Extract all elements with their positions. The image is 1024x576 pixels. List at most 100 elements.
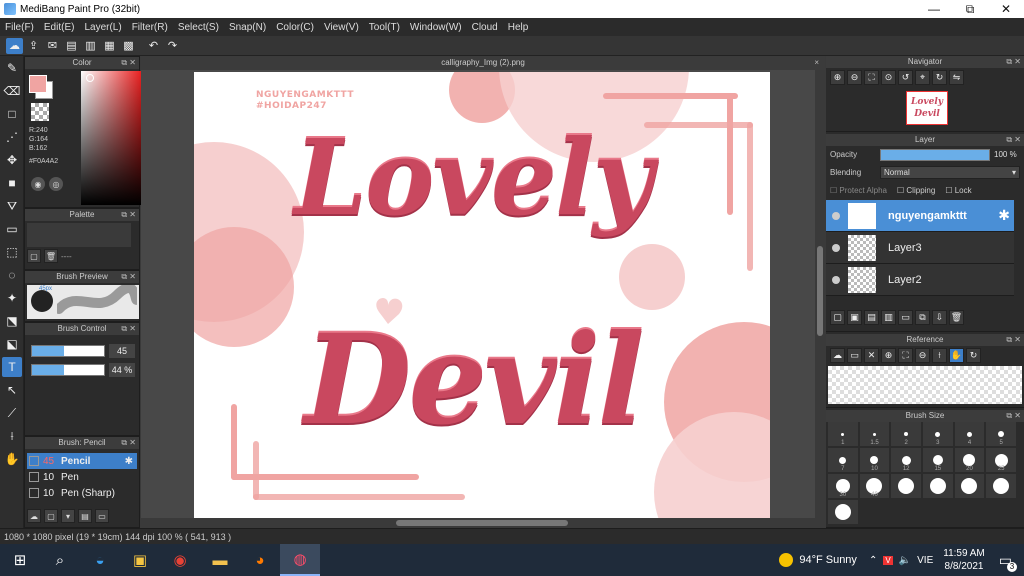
reference-cloud-icon[interactable]: ☁ bbox=[830, 348, 845, 363]
reference-open-icon[interactable]: ▭ bbox=[847, 348, 862, 363]
eye-icon[interactable] bbox=[832, 275, 840, 284]
clipping-checkbox[interactable]: ☐ Clipping bbox=[897, 186, 935, 195]
comment-icon[interactable]: ✉ bbox=[44, 38, 61, 54]
brush-size-cell[interactable]: 15 bbox=[922, 448, 953, 472]
panel-close-icon[interactable]: ⧉ ✕ bbox=[1006, 56, 1021, 68]
layer-folder-icon[interactable]: ▭ bbox=[898, 310, 913, 325]
brush-size-cell[interactable]: 1.5 bbox=[859, 422, 890, 446]
eye-icon[interactable] bbox=[832, 211, 840, 220]
menu-window[interactable]: Window(W) bbox=[405, 22, 467, 33]
brush-size-cell[interactable]: 10 bbox=[859, 448, 890, 472]
new-1bit-layer-icon[interactable]: ▥ bbox=[881, 310, 896, 325]
cloud-icon[interactable]: ☁ bbox=[6, 37, 23, 54]
rotate-reset-icon[interactable]: ⌖ bbox=[915, 70, 930, 85]
menu-tool[interactable]: Tool(T) bbox=[364, 22, 405, 33]
flip-icon[interactable]: ⇋ bbox=[949, 70, 964, 85]
reference-zoom-out-icon[interactable]: ⊖ bbox=[915, 348, 930, 363]
reference-close-icon[interactable]: ✕ bbox=[864, 348, 879, 363]
reference-hand-icon[interactable]: ✋ bbox=[949, 348, 964, 363]
hand-tool-icon[interactable]: ✋ bbox=[2, 449, 22, 469]
brush-size-cell[interactable] bbox=[986, 474, 1016, 498]
move-tool-icon[interactable]: ✥ bbox=[2, 150, 22, 170]
add-brush-icon[interactable]: ▢ bbox=[44, 509, 58, 523]
grid-icon[interactable]: ▩ bbox=[120, 38, 137, 54]
menu-select[interactable]: Select(S) bbox=[173, 22, 224, 33]
store-icon[interactable]: ▣ bbox=[120, 544, 160, 576]
duplicate-layer-icon[interactable]: ⧉ bbox=[915, 310, 930, 325]
zoom-out-icon[interactable]: ⊖ bbox=[847, 70, 862, 85]
panel-close-icon[interactable]: ⧉ ✕ bbox=[1006, 334, 1021, 346]
layer-row-nguyengamkttt[interactable]: nguyengamkttt ✱ bbox=[826, 200, 1014, 232]
horizontal-scroll-thumb[interactable] bbox=[396, 520, 568, 526]
panel-close-icon[interactable]: ⧉ ✕ bbox=[121, 209, 136, 221]
brush-size-cell[interactable]: 30 bbox=[828, 474, 858, 498]
brush-size-cell[interactable]: 7 bbox=[828, 448, 858, 472]
text-tool-icon[interactable]: T bbox=[2, 357, 22, 377]
brush-item-pen-sharp[interactable]: 10 Pen (Sharp) bbox=[27, 485, 137, 501]
windows-start-icon[interactable]: ⊞ bbox=[0, 544, 40, 576]
dot-tool-icon[interactable]: ⋰ bbox=[2, 127, 22, 147]
close-button[interactable]: ✕ bbox=[988, 0, 1024, 18]
rotate-right-icon[interactable]: ↻ bbox=[932, 70, 947, 85]
drawing-canvas[interactable]: NGUYENGAMKTTT #HOIDAP247 Lovely Devil bbox=[194, 72, 770, 518]
medibang-taskbar-icon[interactable]: ◍ bbox=[280, 544, 320, 576]
divide-tool-icon[interactable]: ⟋ bbox=[2, 403, 22, 423]
add-brush-cloud-icon[interactable]: ☁ bbox=[27, 509, 41, 523]
reference-rotate-icon[interactable]: ↻ bbox=[966, 348, 981, 363]
lasso-tool-icon[interactable]: ◌ bbox=[2, 265, 22, 285]
eyedropper-tool-icon[interactable]: ⟊ bbox=[2, 426, 22, 446]
menu-cloud[interactable]: Cloud bbox=[467, 22, 503, 33]
menu-help[interactable]: Help bbox=[503, 22, 534, 33]
select-pen-tool-icon[interactable]: ⬔ bbox=[2, 311, 22, 331]
navigator-thumbnail[interactable]: Lovely Devil bbox=[906, 91, 948, 125]
paint-app-icon[interactable]: ◕ bbox=[240, 544, 280, 576]
brush-tool-icon[interactable]: ✎ bbox=[2, 58, 22, 78]
brush-size-cell[interactable]: 40 bbox=[859, 474, 890, 498]
brush-size-cell[interactable] bbox=[891, 474, 921, 498]
brush-size-cell[interactable]: 3 bbox=[922, 422, 953, 446]
panel-close-icon[interactable]: ⧉ ✕ bbox=[1006, 410, 1021, 422]
menu-layer[interactable]: Layer(L) bbox=[79, 22, 126, 33]
eraser-tool-icon[interactable]: ⌫ bbox=[2, 81, 22, 101]
speaker-icon[interactable]: 🔈 bbox=[899, 555, 911, 566]
edge-browser-icon[interactable]: ◒ bbox=[80, 544, 120, 576]
reference-view[interactable] bbox=[828, 366, 1022, 404]
fit-icon[interactable]: ⛶ bbox=[864, 70, 879, 85]
notification-icon[interactable]: ▭ 3 bbox=[999, 552, 1017, 572]
layer-row-layer2[interactable]: Layer2 bbox=[826, 264, 1014, 296]
brush-size-cell[interactable] bbox=[828, 500, 858, 524]
transparent-color-swatch[interactable] bbox=[31, 103, 49, 121]
antivirus-icon[interactable]: V bbox=[883, 555, 893, 565]
zoom-actual-icon[interactable]: ⊙ bbox=[881, 70, 896, 85]
brush-size-cell[interactable]: 5 bbox=[986, 422, 1016, 446]
vertical-scroll-thumb[interactable] bbox=[817, 246, 823, 336]
document-tab[interactable]: calligraphy_Img (2).png × bbox=[141, 56, 825, 70]
operation-tool-icon[interactable]: ↖ bbox=[2, 380, 22, 400]
brush-item-pencil[interactable]: 45 Pencil ✱ bbox=[27, 453, 137, 469]
brush-size-cell[interactable]: 12 bbox=[891, 448, 921, 472]
search-icon[interactable]: ⌕ bbox=[40, 544, 80, 576]
redo-icon[interactable]: ↷ bbox=[164, 38, 181, 54]
gradient-tool-icon[interactable]: ▭ bbox=[2, 219, 22, 239]
zoom-in-icon[interactable]: ⊕ bbox=[830, 70, 845, 85]
file-explorer-icon[interactable]: ▬ bbox=[200, 544, 240, 576]
menu-filter[interactable]: Filter(R) bbox=[127, 22, 173, 33]
brush-opacity-value[interactable]: 44 % bbox=[109, 363, 135, 377]
add-palette-icon[interactable]: ▢ bbox=[27, 249, 41, 263]
share-icon[interactable]: ⇪ bbox=[25, 38, 42, 54]
menu-file[interactable]: File(F) bbox=[0, 22, 39, 33]
eye-icon[interactable] bbox=[832, 243, 840, 252]
layer-settings-gear-icon[interactable]: ✱ bbox=[998, 207, 1010, 224]
reference-fit-icon[interactable]: ⛶ bbox=[898, 348, 913, 363]
brush-size-cell[interactable]: 1 bbox=[828, 422, 858, 446]
language-indicator[interactable]: VIE bbox=[917, 555, 933, 566]
layer-opacity-slider[interactable] bbox=[880, 149, 990, 161]
delete-layer-icon[interactable]: 🗑 bbox=[949, 310, 964, 325]
foreground-color-swatch[interactable] bbox=[29, 75, 47, 93]
brush-size-cell[interactable] bbox=[954, 474, 985, 498]
shape-tool-icon[interactable]: □ bbox=[2, 104, 22, 124]
restore-button[interactable]: ⧉ bbox=[952, 0, 988, 18]
horizontal-scrollbar[interactable] bbox=[141, 518, 825, 528]
new-layer-icon[interactable]: ▢ bbox=[830, 310, 845, 325]
layout-icon[interactable]: ▦ bbox=[101, 38, 118, 54]
